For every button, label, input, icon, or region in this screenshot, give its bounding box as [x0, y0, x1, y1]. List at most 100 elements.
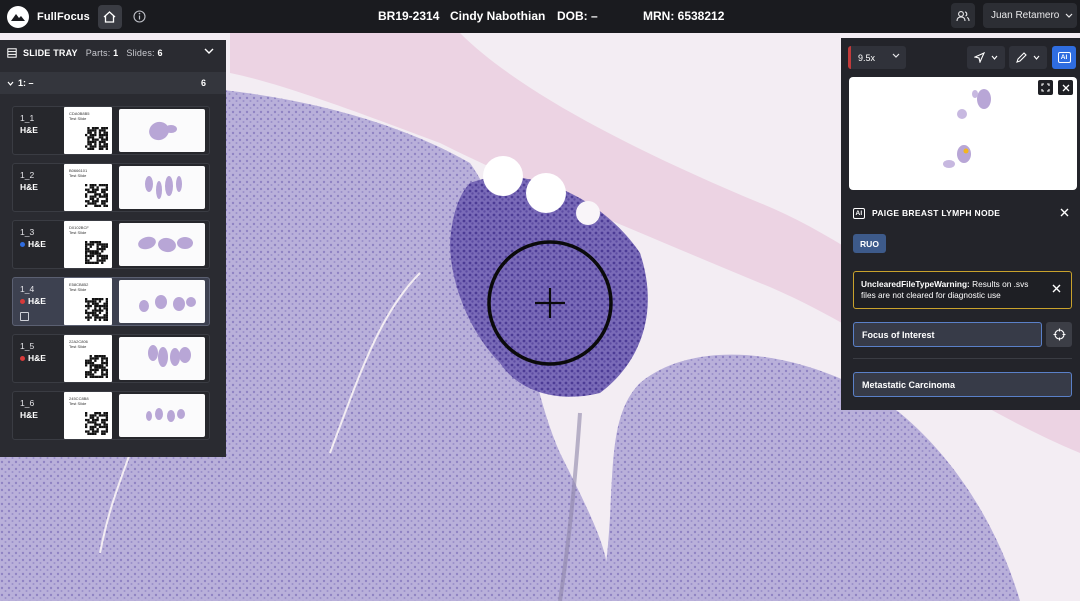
slide-thumbnail [119, 166, 205, 209]
chevron-down-icon [7, 81, 14, 86]
slide-item[interactable]: 1_3 H&E D0102BCF Test Slide [12, 220, 210, 269]
top-bar: FullFocus BR19-2314 Cindy Nabothian DOB:… [0, 0, 1080, 33]
parts-count: Parts: 1 [85, 48, 119, 58]
slide-description: Test Slide [69, 173, 87, 178]
slide-item[interactable]: 1_1 H&E CDA0B8B5 Test Slide [12, 106, 210, 155]
file-type-warning: UnclearedFileTypeWarning: Results on .sv… [853, 271, 1072, 309]
slide-label-card: E58CB852 Test Slide [64, 278, 112, 325]
close-icon [1062, 84, 1069, 91]
app-name: FullFocus [37, 10, 90, 23]
flag-indicator [20, 355, 25, 361]
expand-icon [1041, 83, 1050, 92]
home-button[interactable] [97, 4, 122, 29]
slide-thumbnail [119, 394, 205, 437]
logo-mark-icon [7, 5, 29, 28]
info-button[interactable] [131, 8, 149, 26]
tissue-section [155, 295, 167, 309]
app-logo: FullFocus [7, 5, 90, 28]
collapse-tray-icon[interactable] [204, 48, 214, 54]
slide-item[interactable]: 1_5 H&E 22A2C806 Test Slide [12, 334, 210, 383]
users-button[interactable] [951, 3, 975, 28]
crosshair-icon [1053, 328, 1065, 341]
qr-code-icon [85, 412, 108, 435]
tissue-section [165, 176, 173, 196]
case-id: BR19-2314 [378, 9, 440, 23]
chevron-down-icon [1033, 55, 1040, 60]
tissue-section [165, 125, 177, 133]
ai-icon: AI [1057, 52, 1071, 63]
info-icon [133, 10, 146, 23]
slide-description: Test Slide [69, 116, 87, 121]
ai-badge-icon: AI [853, 207, 865, 219]
tissue-section [158, 237, 176, 253]
part-label: 1: – [18, 78, 34, 88]
slide-stain: H&E [20, 296, 46, 306]
slide-id: 1_5 [20, 341, 35, 351]
locate-focus-button[interactable] [1046, 322, 1072, 347]
slide-item[interactable]: 1_4 H&E E58CB852 Test Slide [12, 277, 210, 326]
slide-stain-label: H&E [20, 182, 38, 192]
user-menu-button[interactable]: Juan Retamero [983, 3, 1077, 28]
slide-label-text: 22A2C806 Test Slide [69, 339, 88, 349]
slide-stain: H&E [20, 410, 38, 420]
focus-of-interest-button[interactable]: Focus of Interest [853, 322, 1042, 347]
ai-result-field[interactable]: Metastatic Carcinoma [853, 372, 1072, 397]
annotate-tool-button[interactable] [1009, 46, 1047, 69]
zoom-select[interactable]: 9.5x [848, 46, 906, 69]
expand-overview-button[interactable] [1038, 80, 1053, 95]
slide-stain: H&E [20, 125, 38, 135]
slide-id: 1_1 [20, 113, 35, 123]
slide-overview-map[interactable] [849, 77, 1077, 190]
slide-checkbox[interactable] [20, 312, 29, 321]
slide-item[interactable]: 1_2 H&E B0666101 Test Slide [12, 163, 210, 212]
slide-label-card: CDA0B8B5 Test Slide [64, 107, 112, 154]
dismiss-warning-icon[interactable] [1052, 284, 1061, 293]
users-icon [956, 10, 970, 21]
app-root: FullFocus BR19-2314 Cindy Nabothian DOB:… [0, 0, 1080, 601]
tissue-section [167, 410, 175, 422]
chevron-down-icon [1065, 13, 1073, 18]
slide-thumbnail [119, 337, 205, 380]
user-name: Juan Retamero [991, 10, 1060, 21]
slide-description: Test Slide [69, 344, 87, 349]
navigate-tool-button[interactable] [967, 46, 1005, 69]
patient-mrn: MRN: 6538212 [643, 9, 725, 23]
slide-stain-label: H&E [28, 296, 46, 306]
tissue-section [156, 181, 162, 199]
slide-stain: H&E [20, 353, 46, 363]
slide-label-text: D0102BCF Test Slide [69, 225, 89, 235]
panel-divider [853, 358, 1072, 359]
slide-label-text: B0666101 Test Slide [69, 168, 87, 178]
flag-indicator [20, 298, 25, 304]
viewer-control-panel: 9.5x AI AI PAIGE BREAST LYMPH NODE RUO U… [841, 38, 1080, 410]
slide-stain: H&E [20, 182, 38, 192]
part-slide-count: 6 [200, 78, 206, 88]
slide-label-card: 245CC8B8 Test Slide [64, 392, 112, 439]
ruo-badge: RUO [853, 234, 886, 253]
slide-label-text: CDA0B8B5 Test Slide [69, 111, 89, 121]
ai-toggle-button[interactable]: AI [1052, 46, 1076, 69]
slide-tray: SLIDE TRAY Parts: 1 Slides: 6 1: – 6 1_1… [0, 40, 226, 457]
slide-description: Test Slide [69, 230, 87, 235]
close-icon[interactable] [1060, 208, 1069, 217]
qr-code-icon [85, 184, 108, 207]
slide-label-card: D0102BCF Test Slide [64, 221, 112, 268]
tissue-section [145, 176, 153, 192]
close-overview-button[interactable] [1058, 80, 1073, 95]
slide-label-card: 22A2C806 Test Slide [64, 335, 112, 382]
slide-id: 1_4 [20, 284, 35, 294]
tissue-section [177, 237, 193, 249]
slide-item[interactable]: 1_6 H&E 245CC8B8 Test Slide [12, 391, 210, 440]
part-row[interactable]: 1: – 6 [0, 72, 226, 94]
tissue-section [138, 236, 156, 250]
pencil-icon [1016, 52, 1027, 63]
slide-label-text: E58CB852 Test Slide [69, 282, 88, 292]
flag-indicator [20, 241, 25, 247]
tissue-section [155, 408, 163, 420]
slide-thumbnail [119, 223, 205, 266]
tray-icon [7, 48, 17, 58]
overview-viewport-marker [963, 148, 969, 154]
qr-code-icon [85, 298, 108, 321]
slide-id: 1_3 [20, 227, 35, 237]
slide-tray-title: SLIDE TRAY [23, 48, 78, 58]
